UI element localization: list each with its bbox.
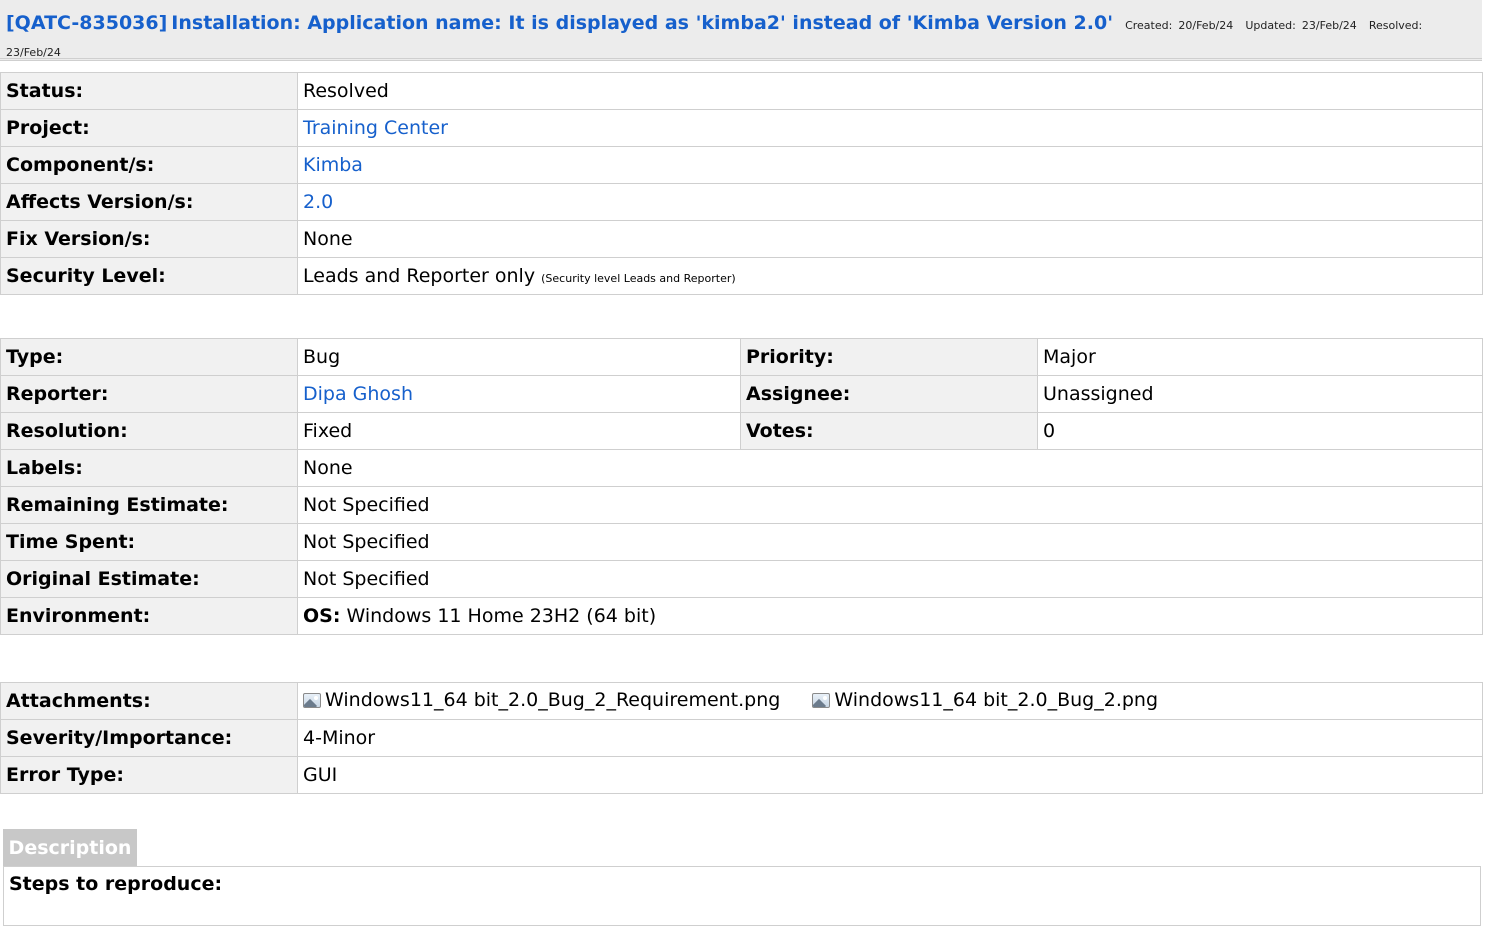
component-cell: Kimba	[297, 146, 1483, 184]
labels-label: Labels:	[0, 449, 298, 487]
environment-label: Environment:	[0, 597, 298, 635]
table-row: Original Estimate: Not Specified	[0, 560, 1483, 598]
table-row: Resolution: Fixed Votes: 0	[0, 412, 1483, 450]
updated-date: 23/Feb/24	[1301, 19, 1357, 32]
attachments-cell: Windows11_64 bit_2.0_Bug_2_Requirement.p…	[297, 682, 1483, 720]
table-row: Remaining Estimate: Not Specified	[0, 486, 1483, 524]
component-label: Component/s:	[0, 146, 298, 184]
resolved-label: Resolved:	[1368, 19, 1423, 32]
remaining-estimate-value: Not Specified	[297, 486, 1483, 524]
reporter-label: Reporter:	[0, 375, 298, 413]
steps-heading: Steps to reproduce:	[9, 873, 223, 895]
project-link[interactable]: Training Center	[303, 117, 448, 139]
component-link[interactable]: Kimba	[303, 154, 363, 176]
table-row: Status: Resolved	[0, 72, 1483, 110]
priority-value: Major	[1037, 338, 1483, 376]
environment-cell: OS: Windows 11 Home 23H2 (64 bit)	[297, 597, 1483, 635]
created-date: 20/Feb/24	[1178, 19, 1234, 32]
table-row: Attachments: Windows11_64 bit_2.0_Bug_2_…	[0, 682, 1483, 720]
issue-key-link[interactable]: [QATC-835036]	[6, 12, 167, 34]
fix-version-label: Fix Version/s:	[0, 220, 298, 258]
security-level-value: Leads and Reporter only	[303, 265, 536, 287]
table-row: Environment: OS: Windows 11 Home 23H2 (6…	[0, 597, 1483, 635]
details-table: Status: Resolved Project: Training Cente…	[0, 72, 1483, 295]
issue-title-link[interactable]: Installation: Application name: It is di…	[171, 12, 1113, 34]
table-row: Security Level: Leads and Reporter only …	[0, 257, 1483, 295]
affects-version-cell: 2.0	[297, 183, 1483, 221]
attachments-label: Attachments:	[0, 682, 298, 720]
attachment-name[interactable]: Windows11_64 bit_2.0_Bug_2.png	[834, 689, 1158, 711]
image-file-icon	[812, 692, 831, 708]
issue-header: [QATC-835036] Installation: Application n…	[0, 0, 1482, 61]
attachment-name[interactable]: Windows11_64 bit_2.0_Bug_2_Requirement.p…	[325, 689, 780, 711]
type-value: Bug	[297, 338, 741, 376]
affects-version-link[interactable]: 2.0	[303, 191, 333, 213]
original-estimate-label: Original Estimate:	[0, 560, 298, 598]
priority-label: Priority:	[740, 338, 1038, 376]
assignee-label: Assignee:	[740, 375, 1038, 413]
security-level-cell: Leads and Reporter only (Security level …	[297, 257, 1483, 295]
attachment-item[interactable]: Windows11_64 bit_2.0_Bug_2_Requirement.p…	[303, 689, 780, 711]
updated-label: Updated:	[1245, 19, 1296, 32]
table-row: Type: Bug Priority: Major	[0, 338, 1483, 376]
severity-value: 4-Minor	[297, 719, 1483, 757]
original-estimate-value: Not Specified	[297, 560, 1483, 598]
reporter-cell: Dipa Ghosh	[297, 375, 741, 413]
time-spent-label: Time Spent:	[0, 523, 298, 561]
votes-label: Votes:	[740, 412, 1038, 450]
table-row: Project: Training Center	[0, 109, 1483, 147]
type-label: Type:	[0, 338, 298, 376]
table-row: Severity/Importance: 4-Minor	[0, 719, 1483, 757]
project-label: Project:	[0, 109, 298, 147]
security-level-note: (Security level Leads and Reporter)	[541, 272, 736, 285]
environment-value: Windows 11 Home 23H2 (64 bit)	[346, 605, 657, 627]
votes-value: 0	[1037, 412, 1483, 450]
table-row: Reporter: Dipa Ghosh Assignee: Unassigne…	[0, 375, 1483, 413]
custom-fields-table: Attachments: Windows11_64 bit_2.0_Bug_2_…	[0, 682, 1483, 794]
labels-value: None	[297, 449, 1483, 487]
table-row: Component/s: Kimba	[0, 146, 1483, 184]
resolution-label: Resolution:	[0, 412, 298, 450]
severity-label: Severity/Importance:	[0, 719, 298, 757]
time-spent-value: Not Specified	[297, 523, 1483, 561]
created-label: Created:	[1125, 19, 1173, 32]
description-tab: Description	[3, 829, 137, 866]
attachment-item[interactable]: Windows11_64 bit_2.0_Bug_2.png	[812, 689, 1158, 711]
remaining-estimate-label: Remaining Estimate:	[0, 486, 298, 524]
affects-version-label: Affects Version/s:	[0, 183, 298, 221]
description-box: Steps to reproduce:	[3, 866, 1481, 926]
error-type-value: GUI	[297, 756, 1483, 794]
environment-os-label: OS:	[303, 605, 341, 627]
table-row: Error Type: GUI	[0, 756, 1483, 794]
resolved-date: 23/Feb/24	[6, 46, 61, 59]
table-row: Affects Version/s: 2.0	[0, 183, 1483, 221]
issue-page: [QATC-835036] Installation: Application n…	[0, 0, 1485, 926]
reporter-link[interactable]: Dipa Ghosh	[303, 383, 413, 405]
assignee-value: Unassigned	[1037, 375, 1483, 413]
table-row: Time Spent: Not Specified	[0, 523, 1483, 561]
status-label: Status:	[0, 72, 298, 110]
status-value: Resolved	[297, 72, 1483, 110]
image-file-icon	[303, 692, 321, 708]
fix-version-value: None	[297, 220, 1483, 258]
security-level-label: Security Level:	[0, 257, 298, 295]
table-row: Labels: None	[0, 449, 1483, 487]
fields-table: Type: Bug Priority: Major Reporter: Dipa…	[0, 338, 1483, 635]
resolution-value: Fixed	[297, 412, 741, 450]
error-type-label: Error Type:	[0, 756, 298, 794]
project-cell: Training Center	[297, 109, 1483, 147]
table-row: Fix Version/s: None	[0, 220, 1483, 258]
